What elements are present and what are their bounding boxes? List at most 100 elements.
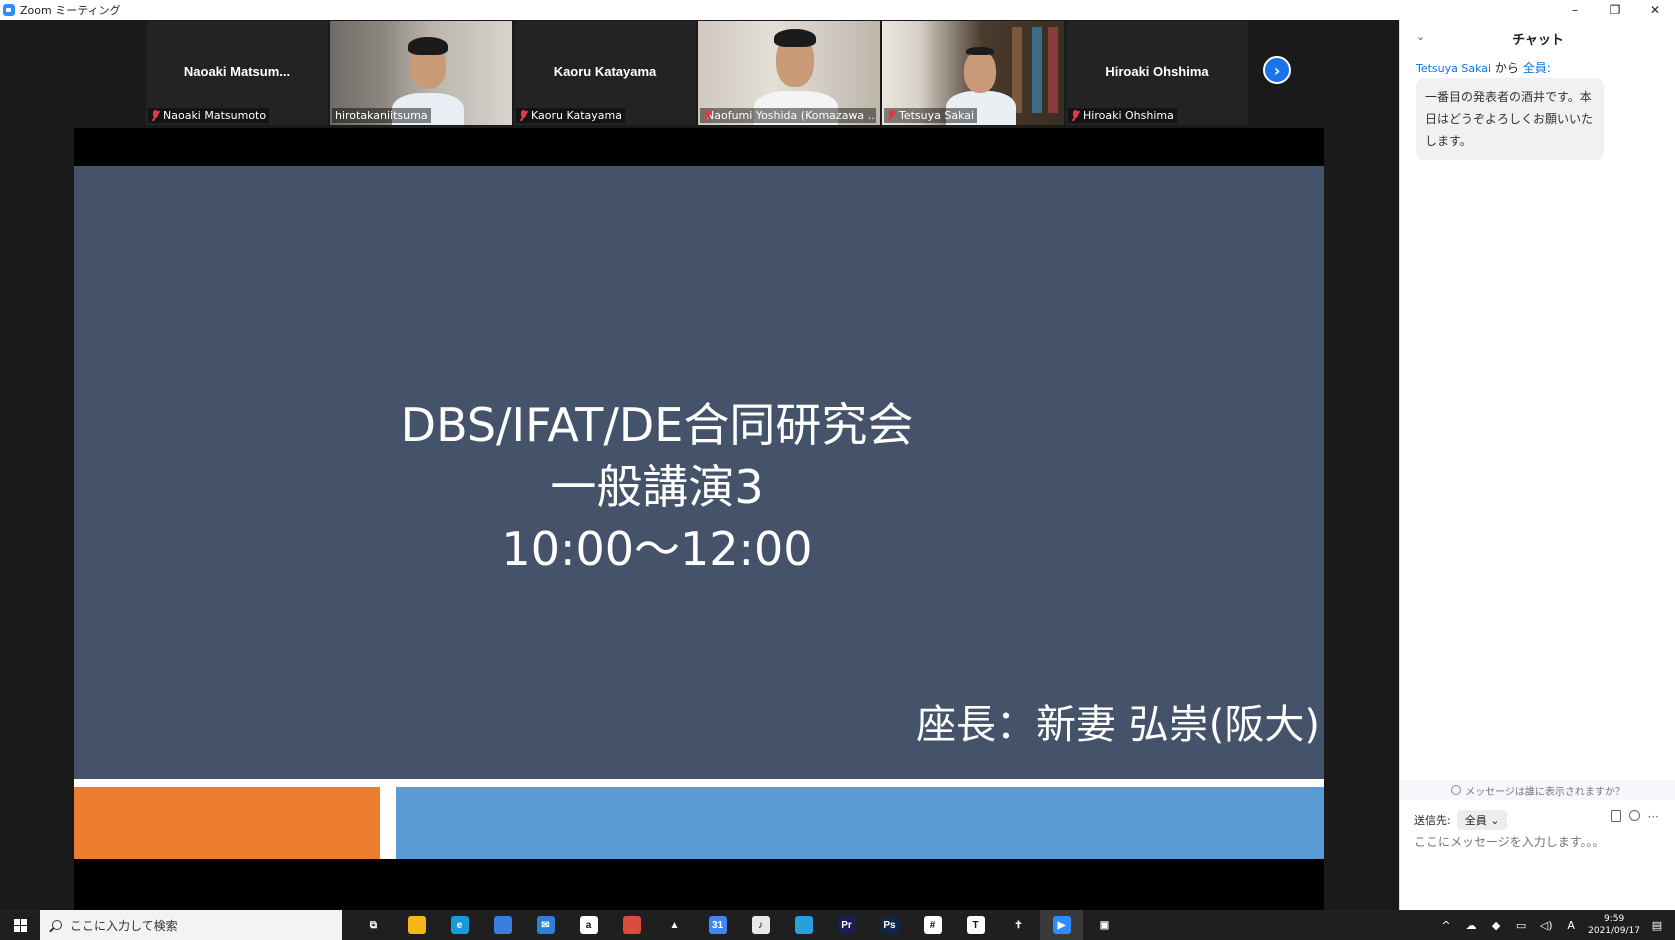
participant-name: Naoaki Matsumoto bbox=[163, 109, 267, 122]
figure-icon[interactable]: ✝ bbox=[997, 910, 1040, 940]
tray-clock[interactable]: 9:59 2021/09/17 bbox=[1588, 913, 1640, 937]
zoom-icon[interactable]: ▶ bbox=[1040, 910, 1083, 940]
person-hair bbox=[408, 37, 448, 55]
screen-icon[interactable]: ▣ bbox=[1083, 910, 1126, 940]
itunes-icon-glyph: ♪ bbox=[751, 916, 770, 934]
app-icon[interactable] bbox=[782, 910, 825, 940]
windows-taskbar: ここに入力して検索 ⧉ e ✉ a ▲ 31 ♪ Pr Ps # T ✝ ▶ ▣ ^ ☁ ◆ ▭ ◁) A… bbox=[0, 910, 1675, 940]
search-icon bbox=[52, 920, 62, 930]
amazon-icon[interactable]: a bbox=[567, 910, 610, 940]
slide-title: DBS/IFAT/DE合同研究会 一般講演3 10:00～12:00 bbox=[74, 394, 1324, 580]
dropbox-icon[interactable]: ◆ bbox=[1488, 919, 1504, 932]
shared-screen: DBS/IFAT/DE合同研究会 一般講演3 10:00～12:00 座長：新妻… bbox=[74, 128, 1324, 910]
volume-icon[interactable]: ◁) bbox=[1538, 919, 1554, 932]
more-icon[interactable]: ··· bbox=[1648, 810, 1659, 824]
chat-message-input[interactable] bbox=[1414, 835, 1664, 849]
taskbar-search[interactable]: ここに入力して検索 bbox=[40, 910, 342, 940]
chrome-icon[interactable] bbox=[610, 910, 653, 940]
participant-name: Tetsuya Sakai bbox=[899, 109, 975, 122]
participant-name: Kaoru Katayama bbox=[531, 109, 623, 122]
slide-title-line: DBS/IFAT/DE合同研究会 bbox=[400, 398, 914, 452]
participant-tile[interactable]: Naoaki Matsum... Naoaki Matsumoto bbox=[146, 21, 328, 125]
minimize-button[interactable]: – bbox=[1555, 0, 1595, 20]
drive-icon[interactable]: ▲ bbox=[653, 910, 696, 940]
window-title: Zoom ミーティング bbox=[20, 4, 121, 17]
slack-icon[interactable]: # bbox=[911, 910, 954, 940]
calendar-icon[interactable]: 31 bbox=[696, 910, 739, 940]
participant-name: Hiroaki Ohshima bbox=[1083, 109, 1174, 122]
recipient-dropdown[interactable]: 全員 ⌄ bbox=[1456, 810, 1508, 830]
participant-name-label: Hiroaki Ohshima bbox=[1068, 108, 1177, 123]
premiere-icon[interactable]: Pr bbox=[825, 910, 868, 940]
file-explorer-icon[interactable] bbox=[395, 910, 438, 940]
zoom-app: Zoom ミーティング – ❐ ✕ Naoaki Matsum... Naoak… bbox=[0, 0, 1675, 940]
send-to-label: 送信先: bbox=[1414, 814, 1451, 827]
chat-tools: ··· bbox=[1610, 810, 1659, 824]
participant-name: Naofumi Yoshida (Komazawa ... bbox=[706, 109, 876, 122]
chat-header: チャット bbox=[1512, 32, 1564, 48]
chat-sender[interactable]: Tetsuya Sakai bbox=[1416, 62, 1491, 75]
drive-icon-glyph: ▲ bbox=[665, 916, 684, 934]
notifications-icon[interactable]: ▤ bbox=[1649, 919, 1665, 932]
recipient-value: 全員 bbox=[1464, 814, 1487, 827]
photoshop-icon-glyph: Ps bbox=[880, 916, 899, 934]
close-button[interactable]: ✕ bbox=[1635, 0, 1675, 20]
mic-muted-icon bbox=[519, 110, 528, 121]
participant-tile[interactable]: Tetsuya Sakai bbox=[882, 21, 1064, 125]
chat-visibility-text: メッセージは誰に表示されますか？ bbox=[1465, 786, 1625, 798]
participant-tile[interactable]: Naofumi Yoshida (Komazawa ... bbox=[698, 21, 880, 125]
file-icon[interactable] bbox=[1610, 810, 1621, 822]
store-icon-glyph bbox=[493, 916, 512, 934]
person-face bbox=[964, 51, 996, 93]
edge-icon[interactable]: e bbox=[438, 910, 481, 940]
participant-tile[interactable]: Kaoru Katayama Kaoru Katayama bbox=[514, 21, 696, 125]
network-icon[interactable]: ▭ bbox=[1513, 919, 1529, 932]
photoshop-icon[interactable]: Ps bbox=[868, 910, 911, 940]
presentation-slide: DBS/IFAT/DE合同研究会 一般講演3 10:00～12:00 座長：新妻… bbox=[74, 166, 1324, 859]
bookshelf bbox=[1032, 27, 1042, 113]
person-icon bbox=[1451, 785, 1462, 795]
system-tray: ^ ☁ ◆ ▭ ◁) A 9:59 2021/09/17 ▤ bbox=[1438, 910, 1675, 940]
windows-start-icon[interactable] bbox=[0, 910, 40, 940]
search-placeholder: ここに入力して検索 bbox=[70, 918, 178, 933]
slack-icon-glyph: # bbox=[923, 916, 942, 934]
restore-button[interactable]: ❐ bbox=[1595, 0, 1635, 20]
mail-icon-glyph: ✉ bbox=[536, 916, 555, 934]
mail-icon[interactable]: ✉ bbox=[524, 910, 567, 940]
figure-icon-glyph: ✝ bbox=[1009, 916, 1028, 934]
itunes-icon[interactable]: ♪ bbox=[739, 910, 782, 940]
calendar-icon-glyph: 31 bbox=[708, 916, 727, 934]
task-view-icon-glyph: ⧉ bbox=[364, 916, 383, 934]
participant-gallery: Naoaki Matsum... Naoaki Matsumoto hirota… bbox=[146, 21, 1248, 125]
slide-chair: 座長：新妻 弘崇(阪大) bbox=[916, 702, 1320, 748]
participant-tile[interactable]: Hiroaki Ohshima Hiroaki Ohshima bbox=[1066, 21, 1248, 125]
slide-band-blue bbox=[396, 787, 1324, 859]
clock-date: 2021/09/17 bbox=[1588, 926, 1640, 936]
chat-message-bubble: 一番目の発表者の酒井です。本日はどうぞよろしくお願いいたします。 bbox=[1416, 78, 1604, 160]
chat-send-to: 送信先: 全員 ⌄ bbox=[1414, 810, 1508, 830]
slide-band-orange bbox=[74, 787, 380, 859]
participant-display-name: Hiroaki Ohshima bbox=[1105, 64, 1209, 79]
participant-tile-active-speaker[interactable]: hirotakaniitsuma bbox=[330, 21, 512, 125]
onedrive-icon[interactable]: ☁ bbox=[1463, 919, 1479, 932]
ime-indicator[interactable]: A bbox=[1563, 919, 1579, 932]
task-view-icon[interactable]: ⧉ bbox=[352, 910, 395, 940]
chat-recipient[interactable]: 全員: bbox=[1523, 61, 1551, 75]
tray-chevron-icon[interactable]: ^ bbox=[1438, 919, 1454, 932]
participant-display-name: Kaoru Katayama bbox=[553, 64, 657, 79]
store-icon[interactable] bbox=[481, 910, 524, 940]
participant-name-label: Tetsuya Sakai bbox=[884, 108, 978, 123]
participant-display-name: Naoaki Matsum... bbox=[183, 64, 291, 79]
next-page-icon[interactable]: › bbox=[1263, 56, 1291, 84]
title-bar: Zoom ミーティング – ❐ ✕ bbox=[0, 0, 1675, 20]
chrome-icon-glyph bbox=[622, 916, 641, 934]
participant-name: hirotakaniitsuma bbox=[335, 109, 428, 122]
emoji-icon[interactable] bbox=[1628, 810, 1640, 821]
chat-visibility-note[interactable]: メッセージは誰に表示されますか？ bbox=[1400, 780, 1675, 800]
participant-name-label: Naoaki Matsumoto bbox=[148, 108, 270, 123]
app-icon-glyph bbox=[794, 916, 813, 934]
typora-icon[interactable]: T bbox=[954, 910, 997, 940]
taskbar-apps: ⧉ e ✉ a ▲ 31 ♪ Pr Ps # T ✝ ▶ ▣ bbox=[352, 910, 1126, 940]
participant-name-label: Naofumi Yoshida (Komazawa ... bbox=[700, 108, 876, 123]
slide-title-line: 10:00～12:00 bbox=[501, 522, 813, 576]
